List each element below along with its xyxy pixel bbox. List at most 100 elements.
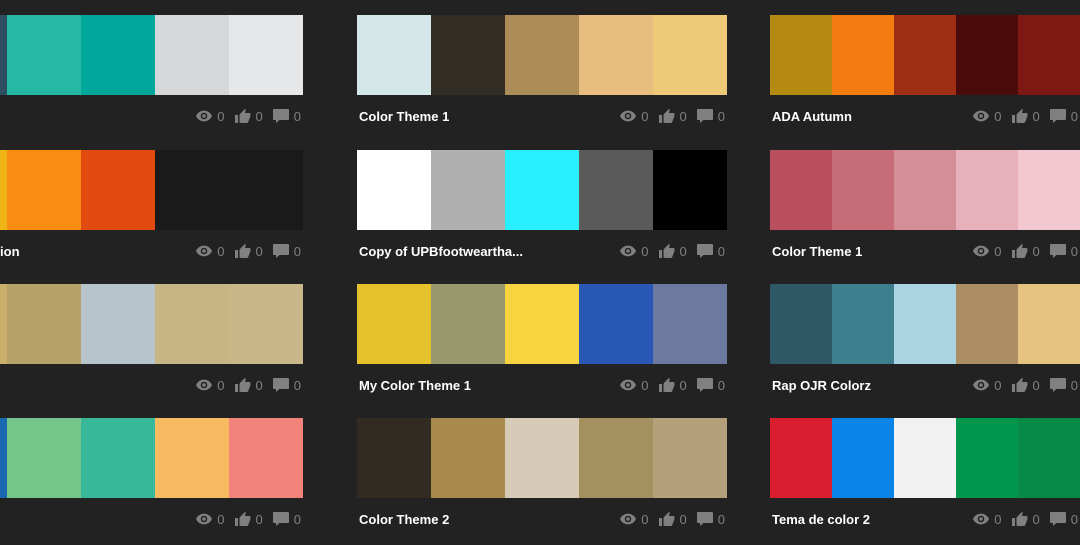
palette-title[interactable]: Scene Fusion bbox=[0, 244, 20, 259]
swatch[interactable] bbox=[653, 150, 727, 230]
palette-card[interactable]: 000 bbox=[0, 15, 303, 133]
palette-card[interactable]: My Color Theme 1000 bbox=[357, 284, 727, 402]
swatch[interactable] bbox=[956, 284, 1018, 364]
palette-title[interactable]: ADA Autumn bbox=[772, 109, 852, 124]
likes-stat[interactable]: 0 bbox=[1012, 378, 1040, 393]
comments-stat[interactable]: 0 bbox=[697, 378, 725, 393]
swatch[interactable] bbox=[0, 284, 7, 364]
comments-stat[interactable]: 0 bbox=[697, 512, 725, 527]
swatch[interactable] bbox=[81, 150, 155, 230]
swatch[interactable] bbox=[431, 15, 505, 95]
swatch[interactable] bbox=[1018, 284, 1080, 364]
palette-card[interactable]: Scene Fusion000 bbox=[0, 150, 303, 268]
swatch[interactable] bbox=[770, 418, 832, 498]
palette-title[interactable]: Tema de color 2 bbox=[772, 512, 870, 527]
swatch[interactable] bbox=[81, 284, 155, 364]
swatch[interactable] bbox=[431, 150, 505, 230]
palette-title[interactable]: Color Theme 1 bbox=[772, 244, 862, 259]
swatch[interactable] bbox=[7, 418, 81, 498]
swatch[interactable] bbox=[653, 418, 727, 498]
swatch[interactable] bbox=[505, 284, 579, 364]
swatch[interactable] bbox=[579, 150, 653, 230]
likes-stat[interactable]: 0 bbox=[659, 512, 687, 527]
swatch[interactable] bbox=[357, 150, 431, 230]
swatch[interactable] bbox=[357, 15, 431, 95]
swatch[interactable] bbox=[579, 15, 653, 95]
swatch[interactable] bbox=[229, 15, 303, 95]
swatch[interactable] bbox=[653, 284, 727, 364]
views-stat[interactable]: 0 bbox=[196, 512, 224, 527]
swatch[interactable] bbox=[155, 418, 229, 498]
swatch[interactable] bbox=[7, 284, 81, 364]
swatch[interactable] bbox=[894, 418, 956, 498]
palette-card[interactable]: ADA Autumn000 bbox=[770, 15, 1080, 133]
palette-card[interactable]: Copy of UPBfootweartha...000 bbox=[357, 150, 727, 268]
palette-card[interactable]: Color Theme 1000 bbox=[357, 15, 727, 133]
swatch[interactable] bbox=[155, 284, 229, 364]
swatch[interactable] bbox=[357, 284, 431, 364]
swatch[interactable] bbox=[357, 418, 431, 498]
swatch[interactable] bbox=[81, 15, 155, 95]
likes-stat[interactable]: 0 bbox=[1012, 244, 1040, 259]
likes-stat[interactable]: 0 bbox=[235, 378, 263, 393]
views-stat[interactable]: 0 bbox=[973, 109, 1001, 124]
swatch[interactable] bbox=[505, 418, 579, 498]
swatch[interactable] bbox=[579, 418, 653, 498]
palette-title[interactable]: My Color Theme 1 bbox=[359, 378, 471, 393]
swatch[interactable] bbox=[431, 418, 505, 498]
swatch[interactable] bbox=[155, 15, 229, 95]
swatch[interactable] bbox=[155, 150, 229, 230]
swatch[interactable] bbox=[956, 150, 1018, 230]
likes-stat[interactable]: 0 bbox=[659, 378, 687, 393]
views-stat[interactable]: 0 bbox=[620, 109, 648, 124]
swatch[interactable] bbox=[653, 15, 727, 95]
views-stat[interactable]: 0 bbox=[620, 244, 648, 259]
swatch[interactable] bbox=[579, 284, 653, 364]
swatch[interactable] bbox=[505, 150, 579, 230]
swatch[interactable] bbox=[770, 150, 832, 230]
palette-card[interactable]: Color Theme 2000 bbox=[357, 418, 727, 536]
swatch[interactable] bbox=[894, 284, 956, 364]
swatch[interactable] bbox=[956, 418, 1018, 498]
swatch[interactable] bbox=[770, 284, 832, 364]
comments-stat[interactable]: 0 bbox=[273, 378, 301, 393]
comments-stat[interactable]: 0 bbox=[1050, 512, 1078, 527]
views-stat[interactable]: 0 bbox=[973, 378, 1001, 393]
palette-title[interactable]: Color Theme 2 bbox=[359, 512, 449, 527]
palette-title[interactable]: Color Theme 1 bbox=[359, 109, 449, 124]
swatch[interactable] bbox=[1018, 15, 1080, 95]
likes-stat[interactable]: 0 bbox=[659, 109, 687, 124]
comments-stat[interactable]: 0 bbox=[1050, 109, 1078, 124]
likes-stat[interactable]: 0 bbox=[1012, 512, 1040, 527]
swatch[interactable] bbox=[956, 15, 1018, 95]
swatch[interactable] bbox=[1018, 150, 1080, 230]
swatch[interactable] bbox=[894, 150, 956, 230]
swatch[interactable] bbox=[81, 418, 155, 498]
views-stat[interactable]: 0 bbox=[196, 109, 224, 124]
views-stat[interactable]: 0 bbox=[196, 244, 224, 259]
views-stat[interactable]: 0 bbox=[973, 244, 1001, 259]
comments-stat[interactable]: 0 bbox=[273, 109, 301, 124]
likes-stat[interactable]: 0 bbox=[235, 244, 263, 259]
comments-stat[interactable]: 0 bbox=[697, 244, 725, 259]
swatch[interactable] bbox=[229, 418, 303, 498]
comments-stat[interactable]: 0 bbox=[1050, 244, 1078, 259]
comments-stat[interactable]: 0 bbox=[273, 244, 301, 259]
swatch[interactable] bbox=[770, 15, 832, 95]
swatch[interactable] bbox=[0, 418, 7, 498]
palette-card[interactable]: Tema de color 2000 bbox=[770, 418, 1080, 536]
palette-card[interactable]: it000 bbox=[0, 418, 303, 536]
likes-stat[interactable]: 0 bbox=[235, 109, 263, 124]
comments-stat[interactable]: 0 bbox=[273, 512, 301, 527]
likes-stat[interactable]: 0 bbox=[1012, 109, 1040, 124]
comments-stat[interactable]: 0 bbox=[1050, 378, 1078, 393]
views-stat[interactable]: 0 bbox=[620, 378, 648, 393]
swatch[interactable] bbox=[832, 284, 894, 364]
swatch[interactable] bbox=[505, 15, 579, 95]
swatch[interactable] bbox=[0, 15, 7, 95]
palette-title[interactable]: Rap OJR Colorz bbox=[772, 378, 871, 393]
views-stat[interactable]: 0 bbox=[196, 378, 224, 393]
swatch[interactable] bbox=[0, 150, 7, 230]
swatch[interactable] bbox=[832, 15, 894, 95]
swatch[interactable] bbox=[7, 150, 81, 230]
